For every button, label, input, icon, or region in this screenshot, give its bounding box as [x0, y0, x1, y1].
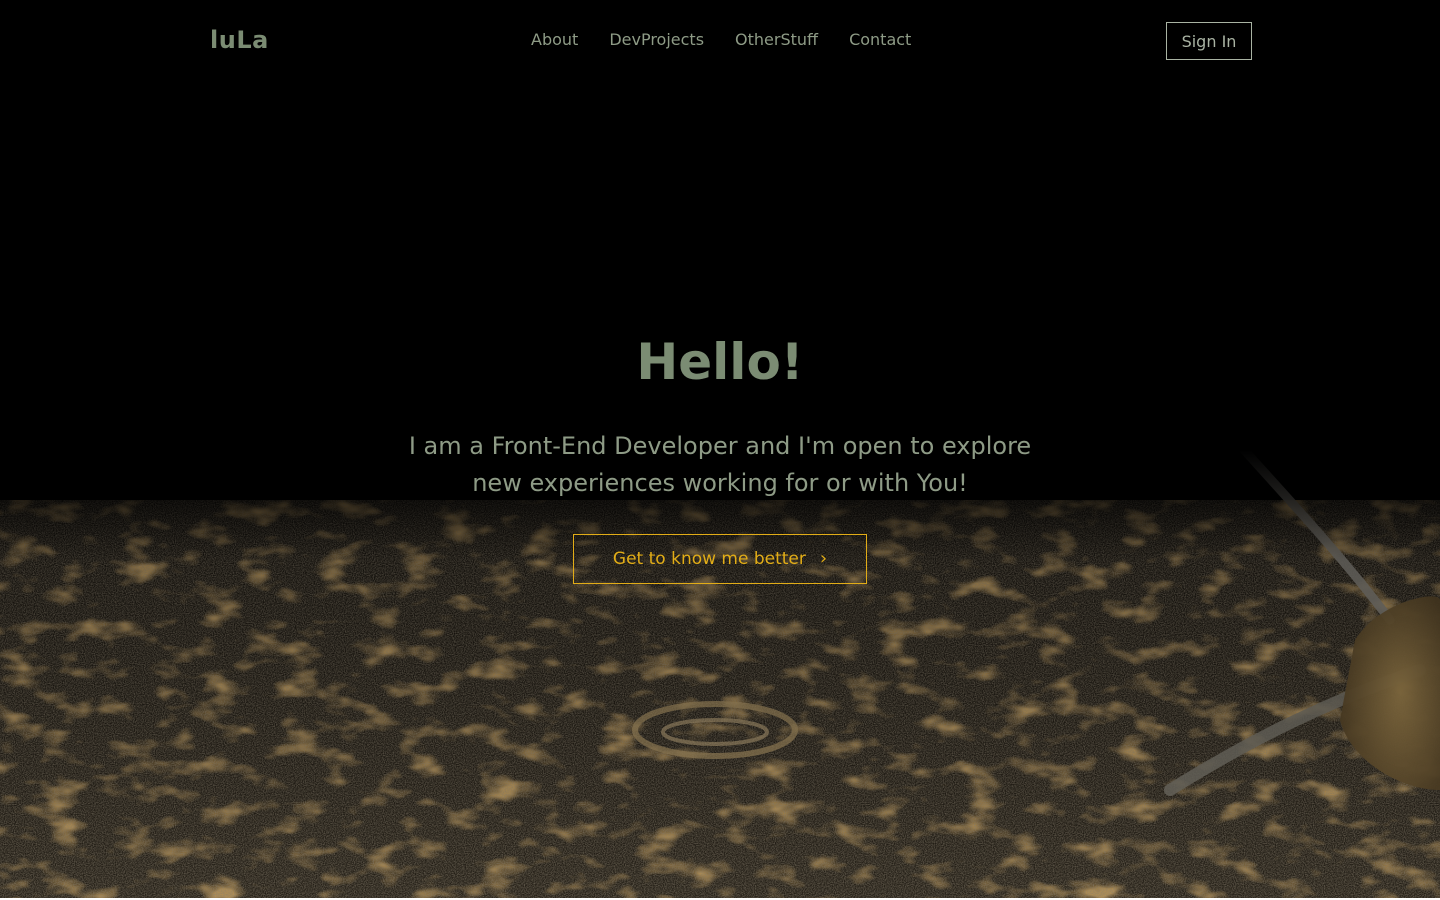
get-to-know-me-button[interactable]: Get to know me better ›	[573, 534, 867, 584]
nav-link-about[interactable]: About	[531, 30, 578, 49]
page: luLa About DevProjects OtherStuff Contac…	[0, 0, 1440, 900]
navbar: luLa About DevProjects OtherStuff Contac…	[0, 0, 1440, 82]
nav-link-contact[interactable]: Contact	[849, 30, 911, 49]
nav-link-otherstuff[interactable]: OtherStuff	[735, 30, 818, 49]
cta-label: Get to know me better	[612, 549, 806, 569]
hero-section: Hello! I am a Front-End Developer and I'…	[0, 330, 1440, 584]
sign-in-button[interactable]: Sign In	[1166, 22, 1252, 60]
hero-subtitle: I am a Front-End Developer and I'm open …	[408, 432, 1032, 497]
nav-links: About DevProjects OtherStuff Contact	[531, 30, 911, 49]
nav-link-devprojects[interactable]: DevProjects	[609, 30, 704, 49]
hero-title: Hello!	[636, 333, 804, 391]
logo[interactable]: luLa	[210, 26, 269, 54]
chevron-right-icon: ›	[819, 548, 828, 569]
